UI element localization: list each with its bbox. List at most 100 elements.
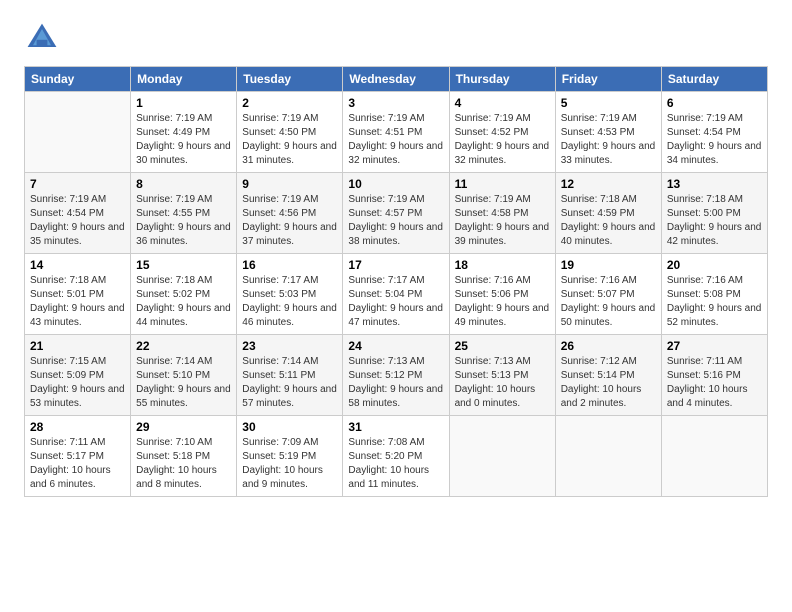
calendar-cell: 31 Sunrise: 7:08 AMSunset: 5:20 PMDayligh… — [343, 416, 449, 497]
day-number: 27 — [667, 339, 762, 353]
day-info: Sunrise: 7:13 AMSunset: 5:12 PMDaylight:… — [348, 356, 443, 409]
day-number: 30 — [242, 420, 337, 434]
calendar-cell: 9Sunrise: 7:19 AMSunset: 4:56 PMDaylight… — [237, 173, 343, 254]
calendar-cell: 27Sunrise: 7:11 AMSunset: 5:16 PMDayligh… — [661, 335, 767, 416]
calendar-cell: 3 Sunrise: 7:19 AMSunset: 4:51 PMDaylight… — [343, 92, 449, 173]
day-info: Sunrise: 7:19 AMSunset: 4:54 PMDaylight:… — [667, 113, 762, 166]
day-number: 25 — [455, 339, 550, 353]
day-number: 2 — [242, 96, 337, 110]
calendar-cell: 30 Sunrise: 7:09 AMSunset: 5:19 PMDayligh… — [237, 416, 343, 497]
calendar-cell: 11 Sunrise: 7:19 AMSunset: 4:58 PMDayligh… — [449, 173, 555, 254]
day-number: 6 — [667, 96, 762, 110]
day-info: Sunrise: 7:08 AMSunset: 5:20 PMDaylight:… — [348, 437, 429, 490]
day-number: 26 — [561, 339, 656, 353]
day-number: 19 — [561, 258, 656, 272]
col-sunday: Sunday — [25, 67, 131, 92]
calendar-week-row: 1 Sunrise: 7:19 AMSunset: 4:49 PMDaylight… — [25, 92, 768, 173]
calendar-cell: 1 Sunrise: 7:19 AMSunset: 4:49 PMDaylight… — [131, 92, 237, 173]
day-number: 10 — [348, 177, 443, 191]
calendar-cell: 25 Sunrise: 7:13 AMSunset: 5:13 PMDayligh… — [449, 335, 555, 416]
calendar-cell: 23 Sunrise: 7:14 AMSunset: 5:11 PMDayligh… — [237, 335, 343, 416]
day-number: 1 — [136, 96, 231, 110]
day-info: Sunrise: 7:18 AMSunset: 4:59 PMDaylight:… — [561, 194, 656, 247]
day-info: Sunrise: 7:18 AMSunset: 5:00 PMDaylight:… — [667, 194, 762, 247]
day-info: Sunrise: 7:17 AMSunset: 5:03 PMDaylight:… — [242, 275, 337, 328]
day-info: Sunrise: 7:14 AMSunset: 5:11 PMDaylight:… — [242, 356, 337, 409]
day-number: 16 — [242, 258, 337, 272]
calendar-week-row: 28Sunrise: 7:11 AMSunset: 5:17 PMDayligh… — [25, 416, 768, 497]
calendar-cell — [25, 92, 131, 173]
day-number: 12 — [561, 177, 656, 191]
calendar-cell: 19 Sunrise: 7:16 AMSunset: 5:07 PMDayligh… — [555, 254, 661, 335]
calendar-cell: 7 Sunrise: 7:19 AMSunset: 4:54 PMDaylight… — [25, 173, 131, 254]
day-info: Sunrise: 7:19 AMSunset: 4:49 PMDaylight:… — [136, 113, 231, 166]
day-number: 22 — [136, 339, 231, 353]
day-info: Sunrise: 7:19 AMSunset: 4:56 PMDaylight:… — [242, 194, 337, 247]
day-info: Sunrise: 7:19 AMSunset: 4:57 PMDaylight:… — [348, 194, 443, 247]
day-info: Sunrise: 7:16 AMSunset: 5:08 PMDaylight:… — [667, 275, 762, 328]
calendar-header-row: Sunday Monday Tuesday Wednesday Thursday… — [25, 67, 768, 92]
calendar-cell: 8Sunrise: 7:19 AMSunset: 4:55 PMDaylight… — [131, 173, 237, 254]
day-number: 11 — [455, 177, 550, 191]
calendar-cell: 28Sunrise: 7:11 AMSunset: 5:17 PMDayligh… — [25, 416, 131, 497]
calendar-cell: 12 Sunrise: 7:18 AMSunset: 4:59 PMDayligh… — [555, 173, 661, 254]
day-number: 13 — [667, 177, 762, 191]
day-info: Sunrise: 7:16 AMSunset: 5:07 PMDaylight:… — [561, 275, 656, 328]
col-wednesday: Wednesday — [343, 67, 449, 92]
day-info: Sunrise: 7:14 AMSunset: 5:10 PMDaylight:… — [136, 356, 231, 409]
calendar-cell: 5 Sunrise: 7:19 AMSunset: 4:53 PMDaylight… — [555, 92, 661, 173]
calendar-cell — [449, 416, 555, 497]
calendar-cell: 26 Sunrise: 7:12 AMSunset: 5:14 PMDayligh… — [555, 335, 661, 416]
day-info: Sunrise: 7:19 AMSunset: 4:58 PMDaylight:… — [455, 194, 550, 247]
calendar-cell: 22 Sunrise: 7:14 AMSunset: 5:10 PMDayligh… — [131, 335, 237, 416]
calendar-cell: 20 Sunrise: 7:16 AMSunset: 5:08 PMDayligh… — [661, 254, 767, 335]
day-number: 17 — [348, 258, 443, 272]
day-number: 20 — [667, 258, 762, 272]
calendar-cell — [661, 416, 767, 497]
calendar-cell: 24 Sunrise: 7:13 AMSunset: 5:12 PMDayligh… — [343, 335, 449, 416]
day-number: 15 — [136, 258, 231, 272]
day-info: Sunrise: 7:18 AMSunset: 5:01 PMDaylight:… — [30, 275, 125, 328]
day-number: 5 — [561, 96, 656, 110]
calendar-cell: 21Sunrise: 7:15 AMSunset: 5:09 PMDayligh… — [25, 335, 131, 416]
day-info: Sunrise: 7:09 AMSunset: 5:19 PMDaylight:… — [242, 437, 323, 490]
col-thursday: Thursday — [449, 67, 555, 92]
calendar-week-row: 21Sunrise: 7:15 AMSunset: 5:09 PMDayligh… — [25, 335, 768, 416]
calendar-cell: 2 Sunrise: 7:19 AMSunset: 4:50 PMDaylight… — [237, 92, 343, 173]
calendar-week-row: 14 Sunrise: 7:18 AMSunset: 5:01 PMDayligh… — [25, 254, 768, 335]
calendar-cell: 6 Sunrise: 7:19 AMSunset: 4:54 PMDaylight… — [661, 92, 767, 173]
calendar-table: Sunday Monday Tuesday Wednesday Thursday… — [24, 66, 768, 497]
calendar-cell: 13 Sunrise: 7:18 AMSunset: 5:00 PMDayligh… — [661, 173, 767, 254]
day-number: 23 — [242, 339, 337, 353]
day-number: 3 — [348, 96, 443, 110]
day-info: Sunrise: 7:19 AMSunset: 4:53 PMDaylight:… — [561, 113, 656, 166]
day-info: Sunrise: 7:13 AMSunset: 5:13 PMDaylight:… — [455, 356, 536, 409]
day-number: 7 — [30, 177, 125, 191]
day-number: 4 — [455, 96, 550, 110]
col-tuesday: Tuesday — [237, 67, 343, 92]
page-header — [24, 20, 768, 56]
day-info: Sunrise: 7:19 AMSunset: 4:51 PMDaylight:… — [348, 113, 443, 166]
calendar-week-row: 7 Sunrise: 7:19 AMSunset: 4:54 PMDaylight… — [25, 173, 768, 254]
day-info: Sunrise: 7:19 AMSunset: 4:54 PMDaylight:… — [30, 194, 125, 247]
day-number: 28 — [30, 420, 125, 434]
calendar-cell: 29Sunrise: 7:10 AMSunset: 5:18 PMDayligh… — [131, 416, 237, 497]
calendar-cell: 16 Sunrise: 7:17 AMSunset: 5:03 PMDayligh… — [237, 254, 343, 335]
day-info: Sunrise: 7:18 AMSunset: 5:02 PMDaylight:… — [136, 275, 231, 328]
calendar-cell: 14 Sunrise: 7:18 AMSunset: 5:01 PMDayligh… — [25, 254, 131, 335]
day-number: 31 — [348, 420, 443, 434]
logo — [24, 20, 64, 56]
calendar-cell: 17Sunrise: 7:17 AMSunset: 5:04 PMDayligh… — [343, 254, 449, 335]
day-number: 18 — [455, 258, 550, 272]
calendar-cell: 4Sunrise: 7:19 AMSunset: 4:52 PMDaylight… — [449, 92, 555, 173]
calendar-cell: 10 Sunrise: 7:19 AMSunset: 4:57 PMDayligh… — [343, 173, 449, 254]
calendar-cell: 15 Sunrise: 7:18 AMSunset: 5:02 PMDayligh… — [131, 254, 237, 335]
day-info: Sunrise: 7:19 AMSunset: 4:50 PMDaylight:… — [242, 113, 337, 166]
day-number: 8 — [136, 177, 231, 191]
calendar-cell — [555, 416, 661, 497]
day-number: 21 — [30, 339, 125, 353]
col-monday: Monday — [131, 67, 237, 92]
day-number: 14 — [30, 258, 125, 272]
day-info: Sunrise: 7:12 AMSunset: 5:14 PMDaylight:… — [561, 356, 642, 409]
day-number: 24 — [348, 339, 443, 353]
